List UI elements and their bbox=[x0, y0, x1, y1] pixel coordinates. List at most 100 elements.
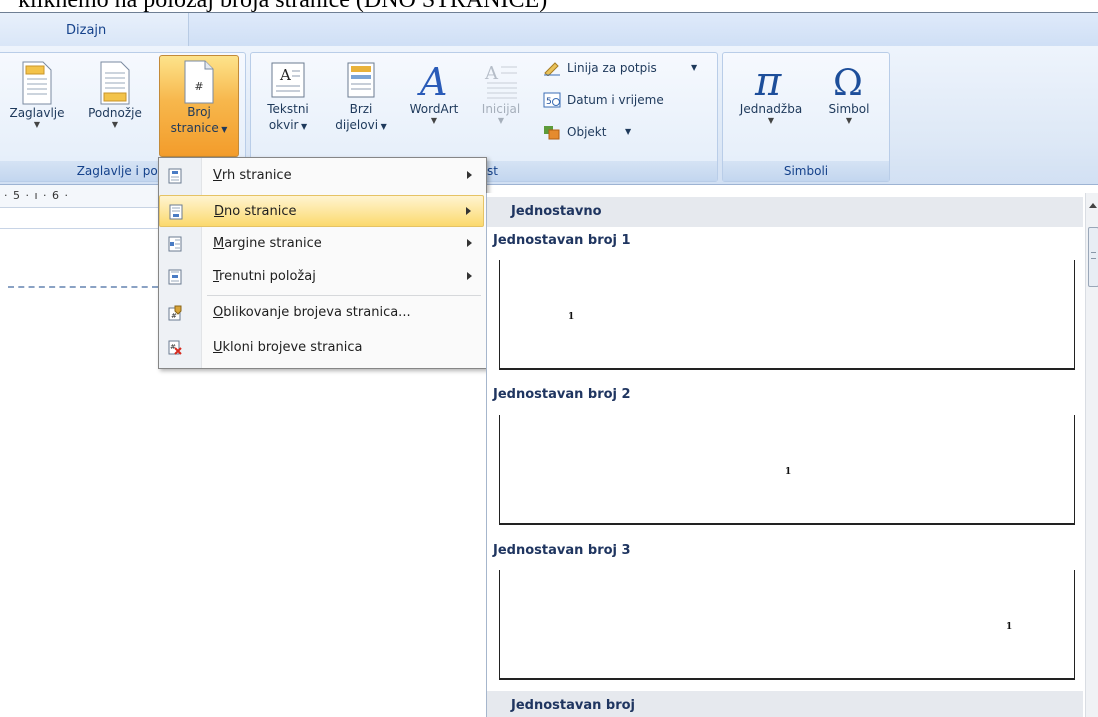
tekstni-okvir-dropdown-arrow-icon: ▼ bbox=[298, 122, 308, 131]
quick-parts-icon bbox=[347, 62, 375, 98]
svg-text:#: # bbox=[194, 80, 203, 93]
linija-za-potpis-label: Linija za potpis bbox=[567, 61, 657, 75]
menu-item-trenutni-polozaj-label: Trenutni položaj bbox=[213, 269, 316, 284]
bottom-of-page-icon bbox=[169, 204, 183, 220]
svg-text:A: A bbox=[279, 66, 291, 84]
page-margins-icon bbox=[168, 236, 182, 252]
brzi-dijelovi-dropdown-arrow-icon: ▼ bbox=[378, 122, 387, 131]
svg-text:A: A bbox=[484, 63, 499, 84]
simbol-button[interactable]: Ω Simbol ▼ bbox=[817, 61, 881, 151]
tutorial-caption-text: kliknemo na položaj broja stranice (DNO … bbox=[18, 0, 547, 12]
linija-za-potpis-button[interactable]: Linija za potpis ▼ bbox=[543, 57, 713, 79]
format-page-numbers-icon: # bbox=[168, 305, 182, 321]
menu-item-ukloni[interactable]: # Ukloni brojeve stranica bbox=[159, 332, 484, 364]
zaglavlje-dropdown-arrow-icon: ▼ bbox=[33, 120, 41, 129]
group-symbols: π Jednadžba ▼ Ω Simbol ▼ Simboli bbox=[722, 52, 890, 182]
gallery-scrollbar[interactable] bbox=[1085, 193, 1098, 717]
gallery-section-header-label: Jednostavno bbox=[511, 204, 602, 219]
submenu-arrow-icon bbox=[467, 171, 472, 179]
omega-symbol-icon: Ω bbox=[833, 63, 863, 101]
podnozje-button[interactable]: Podnožje ▼ bbox=[77, 61, 153, 151]
gallery-item-title-1: Jednostavan broj 1 bbox=[493, 233, 631, 248]
submenu-arrow-icon bbox=[466, 207, 471, 215]
preview-page-number-3: 1 bbox=[1006, 622, 1013, 632]
broj-stranice-button[interactable]: # Broj stranice ▼ bbox=[159, 55, 239, 157]
gallery-preview-3[interactable]: 1 bbox=[499, 570, 1075, 680]
gallery-section-header: Jednostavno bbox=[487, 197, 1083, 227]
menu-separator bbox=[207, 295, 481, 296]
datum-i-vrijeme-button[interactable]: 5 Datum i vrijeme bbox=[543, 89, 713, 111]
menu-item-margine-stranice[interactable]: Margine stranice bbox=[159, 228, 484, 260]
tekstni-okvir-button[interactable]: A Tekstni okvir ▼ bbox=[255, 61, 321, 151]
objekt-button[interactable]: Objekt ▼ bbox=[543, 121, 713, 143]
objekt-label: Objekt bbox=[567, 125, 607, 139]
menu-item-dno-stranice-label: Dno stranice bbox=[214, 204, 297, 219]
header-page-icon bbox=[22, 61, 52, 105]
menu-item-vrh-stranice[interactable]: Vrh stranice bbox=[159, 160, 484, 192]
menu-item-oblikovanje[interactable]: # Oblikovanje brojeva stranica... bbox=[159, 297, 484, 329]
ruler-ticks: · 5 · ı · 6 · bbox=[4, 189, 70, 202]
svg-text:A: A bbox=[417, 61, 447, 101]
menu-item-oblikovanje-label: Oblikovanje brojeva stranica... bbox=[213, 305, 411, 320]
simbol-label: Simbol bbox=[828, 102, 870, 116]
signature-line-icon bbox=[544, 62, 560, 76]
horizontal-ruler[interactable]: · 5 · ı · 6 · bbox=[0, 185, 160, 208]
wordart-dropdown-arrow-icon: ▼ bbox=[430, 116, 438, 125]
gallery-item-title-3: Jednostavan broj 3 bbox=[493, 543, 631, 558]
inicijal-button[interactable]: A Inicijal ▼ bbox=[471, 61, 531, 151]
svg-text:#: # bbox=[171, 312, 177, 320]
zaglavlje-button[interactable]: Zaglavlje ▼ bbox=[1, 61, 73, 151]
simbol-dropdown-arrow-icon: ▼ bbox=[845, 116, 853, 125]
wordart-icon: A bbox=[417, 61, 447, 101]
tekstni-okvir-label-2: okvir bbox=[268, 118, 299, 132]
podnozje-dropdown-arrow-icon: ▼ bbox=[111, 120, 119, 129]
ribbon-tab-bar: Dizajn bbox=[0, 12, 1098, 47]
submenu-arrow-icon bbox=[467, 272, 472, 280]
remove-page-numbers-icon: # bbox=[168, 340, 182, 355]
menu-item-margine-stranice-label: Margine stranice bbox=[213, 236, 322, 251]
scrollbar-thumb[interactable] bbox=[1088, 227, 1098, 287]
jednadzba-button[interactable]: π Jednadžba ▼ bbox=[729, 61, 813, 151]
wordart-label: WordArt bbox=[409, 102, 459, 116]
linija-dropdown-arrow-icon: ▼ bbox=[691, 63, 698, 72]
tekstni-okvir-label-1: Tekstni bbox=[267, 102, 309, 116]
brzi-dijelovi-label-1: Brzi bbox=[349, 102, 373, 116]
drop-cap-icon: A bbox=[484, 63, 517, 99]
page-number-menu: Vrh stranice Dno stranice Margine strani… bbox=[158, 157, 487, 369]
preview-page-number-2: 1 bbox=[785, 467, 792, 477]
menu-item-vrh-stranice-label: Vrh stranice bbox=[213, 168, 292, 183]
top-of-page-icon bbox=[168, 168, 182, 184]
tab-dizajn-label: Dizajn bbox=[66, 23, 107, 38]
svg-text:5: 5 bbox=[546, 97, 552, 107]
svg-text:π: π bbox=[754, 61, 782, 101]
svg-text:Ω: Ω bbox=[833, 63, 863, 101]
text-box-icon: A bbox=[271, 62, 305, 98]
jednadzba-dropdown-arrow-icon: ▼ bbox=[767, 116, 775, 125]
current-position-icon bbox=[168, 269, 182, 285]
svg-text:#: # bbox=[170, 343, 176, 351]
scrollbar-grip-icon bbox=[1091, 252, 1096, 259]
pi-equation-icon: π bbox=[754, 61, 782, 101]
brzi-dijelovi-label-2: dijelovi bbox=[335, 118, 379, 132]
group-symbols-label: Simboli bbox=[723, 161, 889, 181]
objekt-dropdown-arrow-icon: ▼ bbox=[625, 127, 632, 136]
date-time-icon: 5 bbox=[543, 92, 561, 108]
gallery-next-section-header-label: Jednostavan broj bbox=[511, 698, 636, 713]
object-icon bbox=[544, 126, 560, 140]
podnozje-label: Podnožje bbox=[88, 106, 142, 120]
brzi-dijelovi-button[interactable]: Brzi dijelovi ▼ bbox=[323, 61, 399, 151]
gallery-item-title-2: Jednostavan broj 2 bbox=[493, 387, 631, 402]
gallery-preview-1[interactable]: 1 bbox=[499, 260, 1075, 370]
menu-item-trenutni-polozaj[interactable]: Trenutni položaj bbox=[159, 261, 484, 293]
tab-dizajn[interactable]: Dizajn bbox=[0, 13, 189, 47]
scroll-up-arrow-icon[interactable] bbox=[1089, 203, 1097, 208]
gallery-preview-2[interactable]: 1 bbox=[499, 415, 1075, 525]
document-margin-line bbox=[0, 228, 160, 229]
broj-stranice-label-2: stranice bbox=[170, 121, 219, 135]
inicijal-label: Inicijal bbox=[481, 102, 521, 116]
page-number-gallery: Jednostavno Jednostavan broj 1 1 Jednost… bbox=[486, 193, 1098, 717]
wordart-button[interactable]: A WordArt ▼ bbox=[401, 61, 467, 151]
menu-item-dno-stranice[interactable]: Dno stranice bbox=[159, 195, 484, 227]
page-number-icon: # bbox=[184, 60, 214, 104]
gallery-next-section-header: Jednostavan broj bbox=[487, 691, 1083, 717]
